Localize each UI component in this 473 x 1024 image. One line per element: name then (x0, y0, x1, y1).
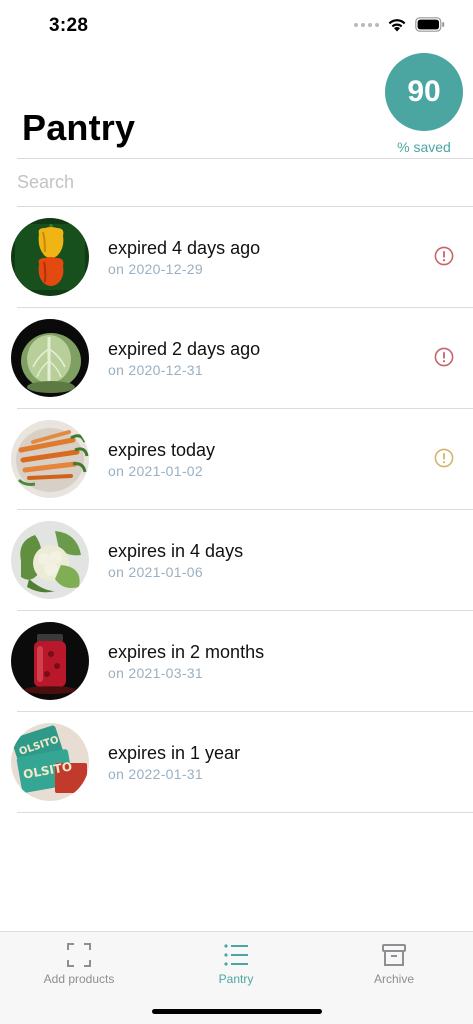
tab-archive[interactable]: Archive (324, 932, 464, 1002)
list-icon (224, 944, 248, 966)
status-icons (354, 17, 445, 32)
archive-box-icon (382, 944, 406, 966)
item-date-text: on 2021-01-06 (108, 564, 203, 580)
saved-score-badge[interactable]: 90 (385, 53, 463, 131)
saved-score-label: % saved (397, 139, 451, 155)
tab-add-products[interactable]: Add products (9, 932, 149, 1002)
home-indicator (152, 1009, 322, 1014)
list-item[interactable]: expires in 2 months on 2021-03-31 (0, 611, 473, 712)
battery-icon (415, 17, 445, 32)
product-thumbnail (11, 420, 89, 498)
cellular-signal-icon (354, 22, 379, 27)
tab-label: Add products (43, 972, 115, 986)
tab-pantry[interactable]: Pantry (166, 932, 306, 1002)
product-thumbnail (11, 622, 89, 700)
item-expiry-text: expires in 1 year (108, 743, 241, 763)
expired-alert-icon[interactable] (434, 347, 454, 367)
product-thumbnail (11, 319, 89, 397)
item-expiry-text: expired 2 days ago (108, 339, 261, 359)
tab-label: Pantry (218, 972, 254, 986)
wifi-icon (388, 19, 406, 32)
item-date-text: on 2022-01-31 (108, 766, 203, 782)
list-item[interactable]: expired 2 days ago on 2020-12-31 (0, 308, 473, 409)
tab-label: Archive (373, 972, 414, 986)
product-thumbnail (11, 218, 89, 296)
warning-alert-icon[interactable] (434, 448, 454, 468)
item-expiry-text: expired 4 days ago (108, 238, 261, 258)
product-thumbnail (11, 521, 89, 599)
scan-icon (67, 943, 91, 967)
item-date-text: on 2020-12-31 (108, 362, 203, 378)
page-title: Pantry (22, 107, 136, 148)
pantry-list: expired 4 days ago on 2020-12-29 expired… (0, 207, 473, 813)
item-date-text: on 2020-12-29 (108, 261, 203, 277)
search-bar (17, 158, 473, 207)
list-item[interactable]: OLSITO OLSITO expires in 1 year on 2022-… (0, 712, 473, 813)
item-expiry-text: expires today (108, 440, 216, 460)
item-date-text: on 2021-01-02 (108, 463, 203, 479)
list-item[interactable]: expires in 4 days on 2021-01-06 (0, 510, 473, 611)
item-expiry-text: expires in 4 days (108, 541, 244, 561)
list-item[interactable]: expires today on 2021-01-02 (0, 409, 473, 510)
item-date-text: on 2021-03-31 (108, 665, 203, 681)
list-item[interactable]: expired 4 days ago on 2020-12-29 (0, 207, 473, 308)
status-time: 3:28 (49, 15, 89, 36)
item-expiry-text: expires in 2 months (108, 642, 265, 662)
status-bar: 3:28 (0, 0, 473, 50)
product-thumbnail: OLSITO OLSITO (11, 723, 89, 801)
search-input[interactable] (17, 159, 473, 206)
expired-alert-icon[interactable] (434, 246, 454, 266)
